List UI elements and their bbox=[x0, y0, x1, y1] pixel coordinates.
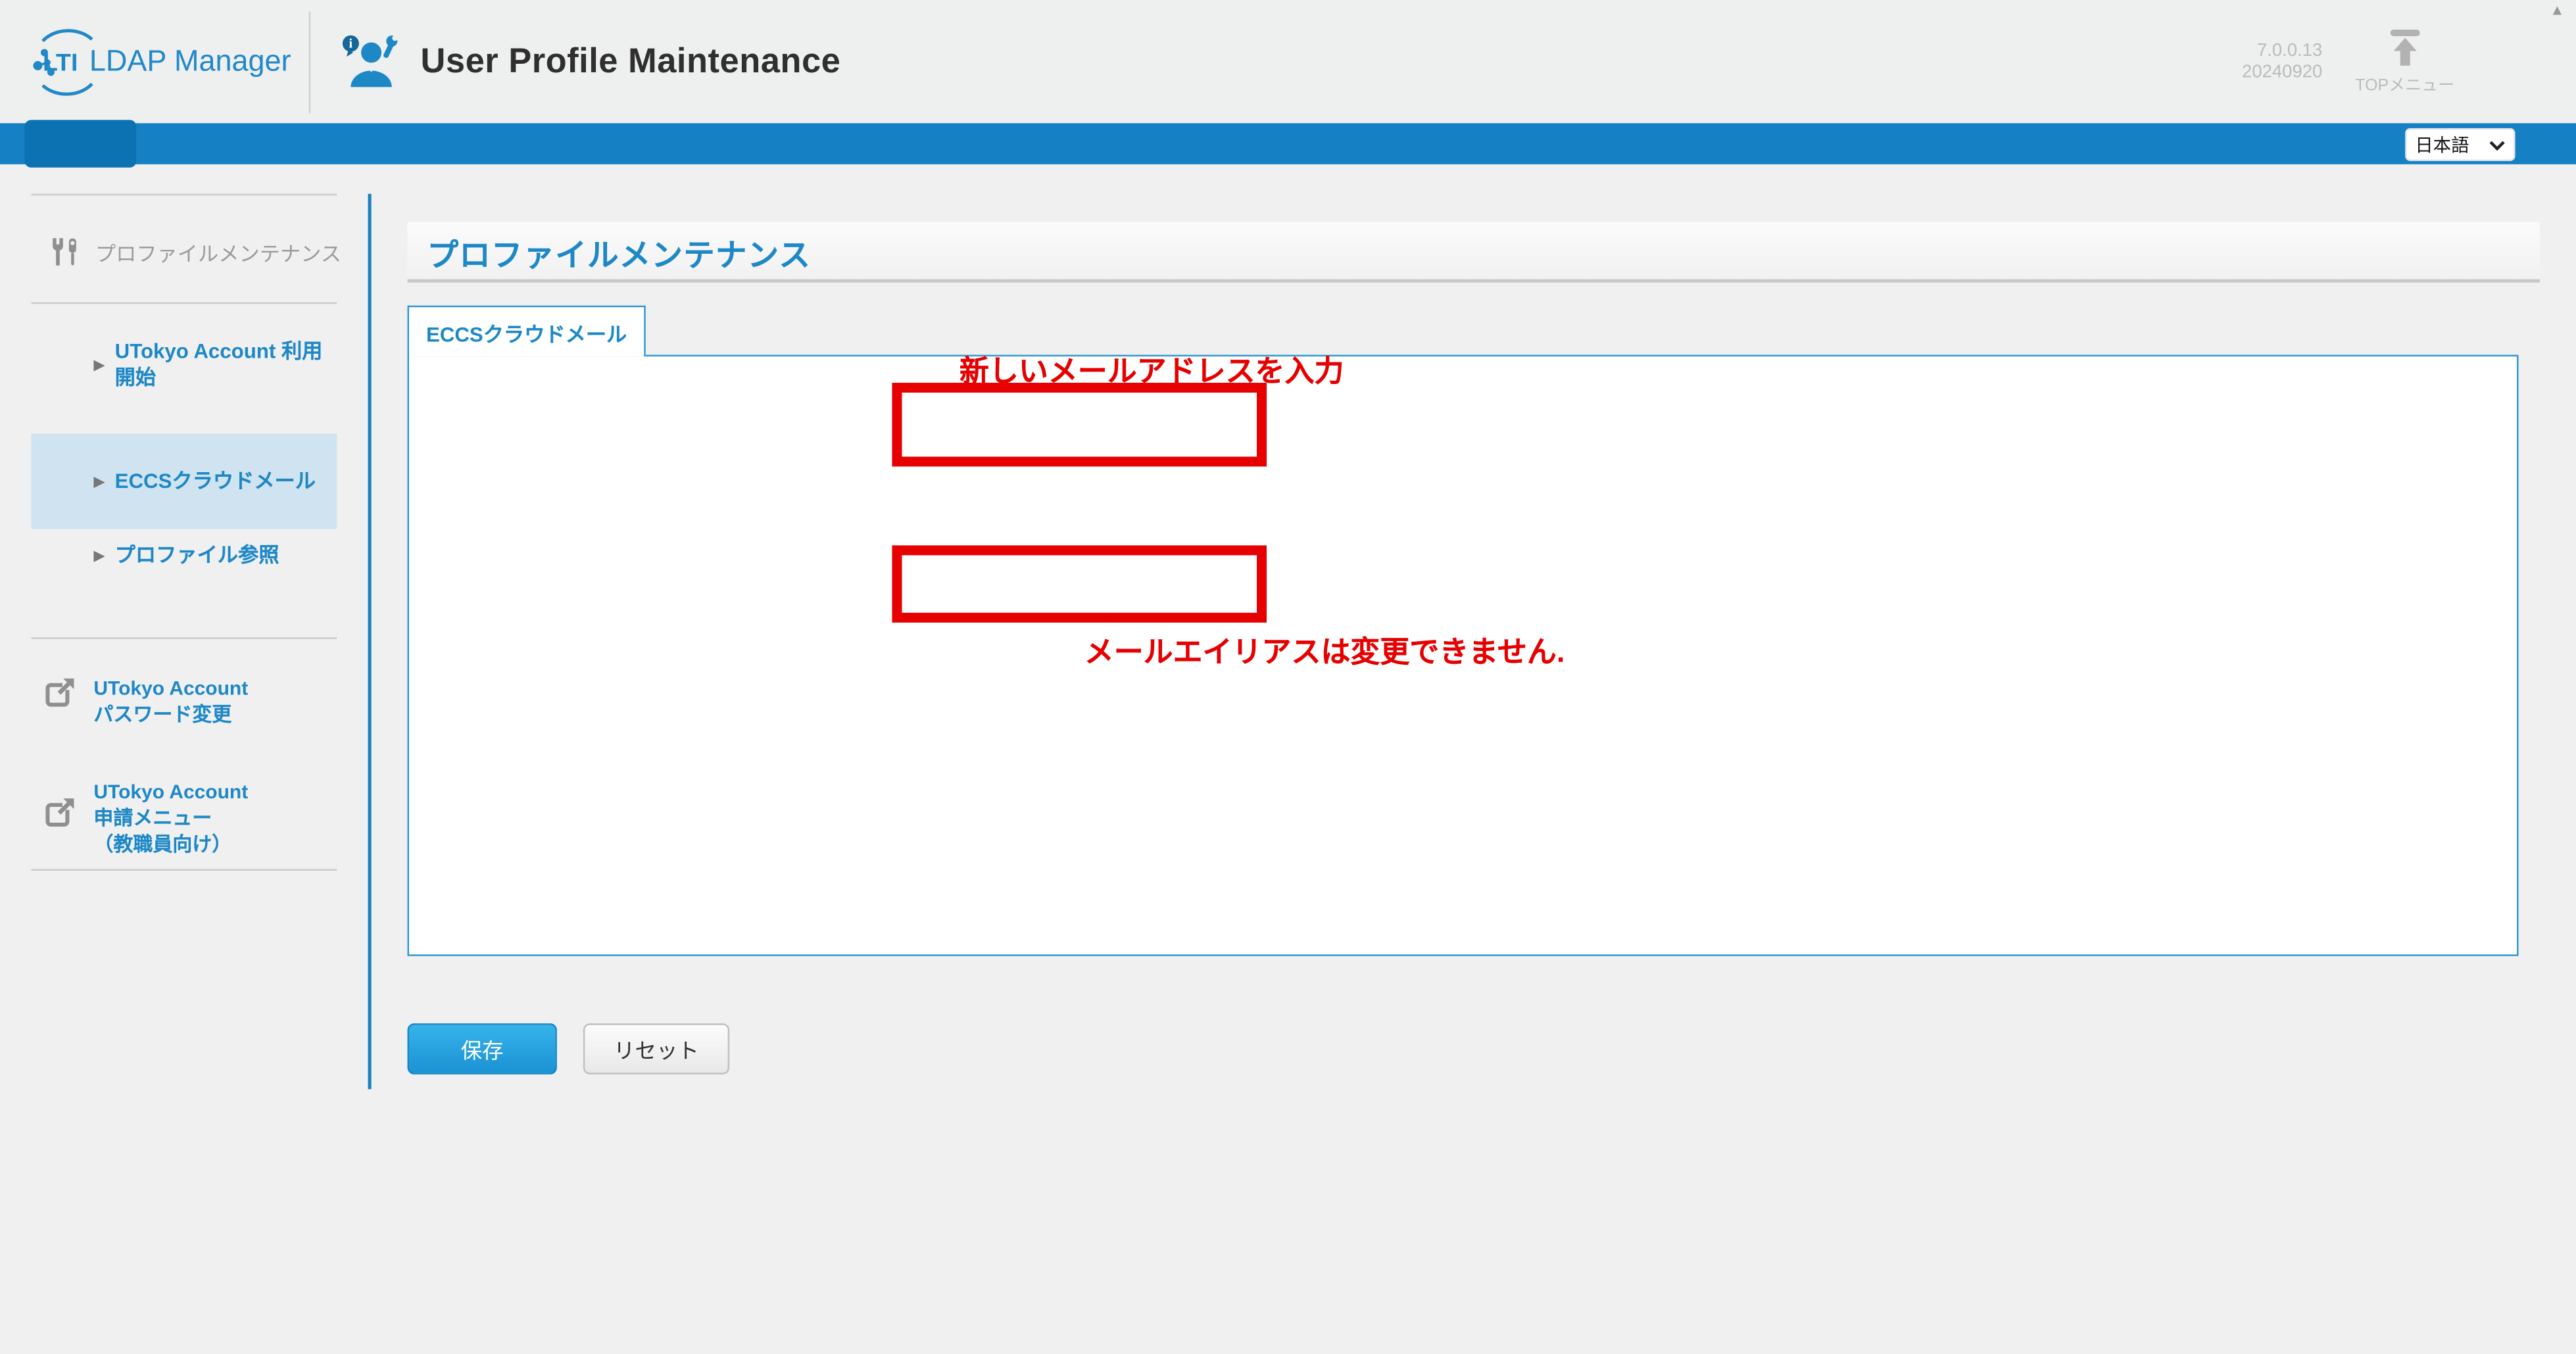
app-header: LTI LDAP Manager i User Profile Maintena… bbox=[0, 0, 2576, 123]
sidebar-item-utokyo-account-start[interactable]: ▶ UTokyo Account 利用 開始 bbox=[93, 339, 322, 391]
top-menu-button[interactable]: TOPメニュー bbox=[2355, 28, 2454, 95]
sidebar-section-label: プロファイルメンテナンス bbox=[95, 237, 341, 268]
active-menu-tab[interactable] bbox=[24, 120, 136, 167]
sidebar-link-label: （教職員向け） bbox=[93, 831, 248, 858]
sidebar-link-password-change[interactable]: UTokyo Account パスワード変更 bbox=[44, 675, 248, 728]
external-link-icon bbox=[44, 795, 77, 828]
scroll-top-icon[interactable]: ▲ bbox=[2550, 3, 2564, 18]
language-selected: 日本語 bbox=[2415, 132, 2469, 158]
sidebar-link-application-menu[interactable]: UTokyo Account 申請メニュー （教職員向け） bbox=[44, 779, 248, 858]
sidebar-item-eccs-cloud-mail[interactable]: ▶ ECCSクラウドメール bbox=[93, 468, 316, 495]
sidebar-divider bbox=[31, 194, 337, 195]
brand-name: LDAP Manager bbox=[89, 44, 291, 78]
header-right: 7.0.0.13 20240920 TOPメニュー bbox=[2242, 28, 2576, 95]
sidebar-item-label: プロファイル参照 bbox=[115, 542, 279, 568]
sidebar-divider bbox=[31, 869, 337, 870]
sidebar-item-label: ECCSクラウドメール bbox=[115, 468, 316, 495]
svg-text:i: i bbox=[349, 36, 353, 50]
top-menu-arrow-icon bbox=[2383, 28, 2426, 67]
language-select[interactable]: 日本語 bbox=[2405, 128, 2515, 161]
page-heading-bar: プロファイルメンテナンス bbox=[408, 222, 2540, 282]
triangle-icon: ▶ bbox=[93, 474, 105, 489]
user-maintenance-icon: i bbox=[340, 32, 402, 91]
annotation-alias: メールエイリアスは変更できません. bbox=[1084, 629, 1565, 672]
reset-button[interactable]: リセット bbox=[583, 1023, 729, 1074]
sidebar-link-label: UTokyo Account bbox=[93, 675, 248, 702]
build-date: 20240920 bbox=[2242, 62, 2322, 83]
tools-icon bbox=[49, 237, 80, 268]
top-menu-label: TOPメニュー bbox=[2355, 70, 2454, 95]
sidebar-link-label: パスワード変更 bbox=[93, 702, 248, 728]
version-number: 7.0.0.13 bbox=[2242, 40, 2322, 61]
version-info: 7.0.0.13 20240920 bbox=[2242, 40, 2322, 83]
sidebar-section-profile-maintenance: プロファイルメンテナンス bbox=[49, 237, 341, 268]
sidebar-item-label: UTokyo Account 利用 bbox=[115, 339, 323, 365]
sidebar: プロファイルメンテナンス ▶ UTokyo Account 利用 開始 ▶ EC… bbox=[0, 164, 368, 1354]
menu-bar: 日本語 bbox=[0, 123, 2576, 164]
screen: LTI LDAP Manager i User Profile Maintena… bbox=[0, 0, 2576, 1354]
save-button[interactable]: 保存 bbox=[408, 1023, 557, 1074]
sidebar-divider bbox=[31, 302, 337, 304]
sidebar-divider bbox=[31, 637, 337, 639]
sidebar-item-profile-view[interactable]: ▶ プロファイル参照 bbox=[93, 542, 279, 568]
tab-eccs-cloud-mail[interactable]: ECCSクラウドメール bbox=[408, 306, 646, 356]
external-link-icon bbox=[44, 675, 77, 708]
triangle-icon: ▶ bbox=[93, 357, 105, 372]
chevron-down-icon bbox=[2489, 139, 2506, 150]
sidebar-item-label: 開始 bbox=[115, 365, 323, 391]
sidebar-link-label: 申請メニュー bbox=[93, 805, 248, 831]
annotation-new-email: 新しいメールアドレスを入力 bbox=[960, 349, 1344, 391]
app-title: User Profile Maintenance bbox=[421, 42, 841, 82]
page-title-block: i User Profile Maintenance bbox=[310, 32, 840, 91]
triangle-icon: ▶ bbox=[93, 548, 105, 562]
page-heading: プロファイルメンテナンス bbox=[408, 222, 2540, 276]
main-content: プロファイルメンテナンス ECCSクラウドメール メールアドレス @g.ecc.… bbox=[408, 164, 2576, 1354]
sidebar-vertical-divider bbox=[368, 194, 372, 1089]
sidebar-link-label: UTokyo Account bbox=[93, 779, 248, 805]
ldap-manager-logo: LTI LDAP Manager bbox=[0, 27, 306, 96]
brand-mark: LTI bbox=[43, 49, 78, 76]
